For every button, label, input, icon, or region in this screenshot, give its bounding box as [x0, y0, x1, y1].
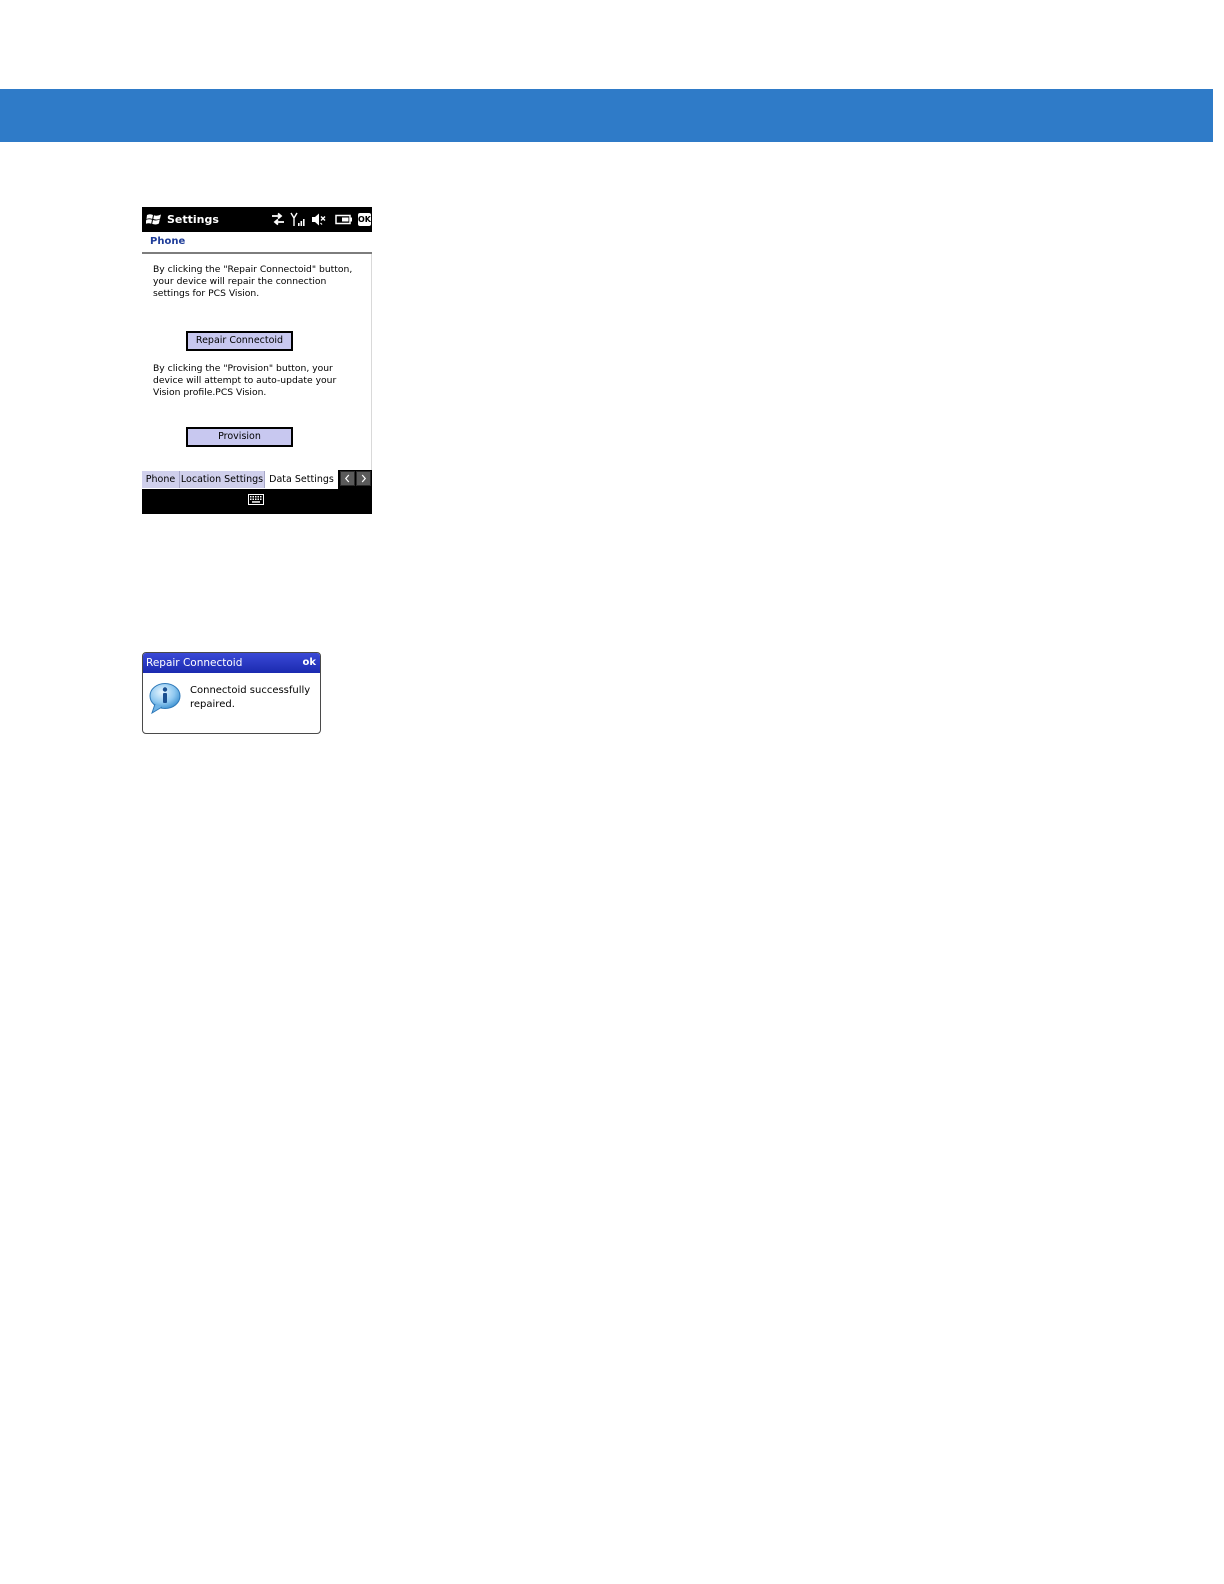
windows-start-icon[interactable] [146, 212, 162, 227]
provision-button[interactable]: Provision [186, 427, 293, 447]
tab-bar: Phone Location Settings Data Settings [142, 470, 372, 489]
scroll-left-icon[interactable] [340, 471, 355, 486]
tab-phone[interactable]: Phone [142, 471, 180, 488]
page-header-band [0, 89, 1213, 142]
signal-icon[interactable] [290, 212, 306, 227]
dialog-title-bar: Repair Connectoid ok [143, 653, 320, 673]
dialog-title: Repair Connectoid [146, 657, 243, 669]
scroll-right-icon[interactable] [356, 471, 371, 486]
repair-connectoid-dialog: Repair Connectoid ok Connectoid successf… [142, 652, 321, 734]
provision-description: By clicking the "Provision" button, your… [153, 363, 337, 398]
dialog-message: Connectoid successfully repaired. [190, 685, 311, 710]
tab-location-settings[interactable]: Location Settings [180, 471, 265, 488]
keyboard-icon[interactable] [248, 494, 264, 505]
data-sync-icon[interactable] [270, 212, 286, 227]
volume-muted-icon[interactable] [311, 212, 327, 227]
phone-screen: Settings OK Phone By clicking the "Repai… [142, 207, 372, 514]
info-icon [149, 683, 181, 714]
repair-description: By clicking the "Repair Connectoid" butt… [153, 264, 353, 299]
dialog-ok-button[interactable]: ok [302, 656, 316, 670]
title-bar: Settings OK [142, 207, 372, 232]
ok-button[interactable]: OK [358, 213, 371, 226]
repair-connectoid-button[interactable]: Repair Connectoid [186, 331, 293, 351]
battery-icon[interactable] [335, 212, 353, 227]
app-title: Settings [167, 213, 219, 226]
tab-data-settings[interactable]: Data Settings [265, 471, 338, 488]
settings-content: By clicking the "Repair Connectoid" butt… [142, 254, 372, 470]
page-header: Phone [142, 232, 372, 254]
tab-scroll-area [338, 470, 372, 489]
page-title: Phone [150, 236, 186, 247]
menu-bar [142, 489, 372, 514]
